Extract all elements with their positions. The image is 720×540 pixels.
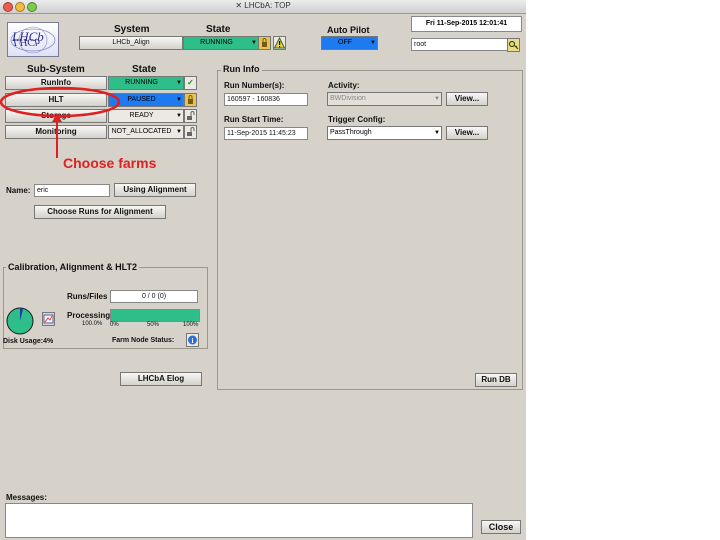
run-start-time-field[interactable]: 11-Sep-2015 11:45:23: [224, 127, 308, 140]
lhcba-top-window: ✕ LHCbA: TOP LHCb LHCb System State LHCb…: [0, 0, 526, 540]
activity-combo[interactable]: BWDivision ▼: [327, 92, 442, 106]
chevron-down-icon: ▼: [434, 130, 440, 136]
info-icon-graphic: i: [188, 335, 197, 345]
key-icon[interactable]: [507, 38, 520, 52]
chevron-down-icon: ▼: [176, 97, 182, 103]
trigger-config-label: Trigger Config:: [328, 115, 386, 124]
system-state-value: RUNNING: [200, 39, 233, 46]
activity-view-button[interactable]: View...: [446, 92, 488, 106]
key-icon-graphic: [508, 40, 519, 50]
run-numbers-label: Run Number(s):: [224, 81, 285, 90]
autopilot-label: Auto Pilot: [327, 25, 370, 35]
disk-usage-pie: [6, 307, 34, 335]
window-title: ✕ LHCbA: TOP: [0, 1, 526, 10]
checkmark-icon[interactable]: ✓: [184, 76, 197, 90]
progress-tick-50: 50%: [147, 322, 160, 328]
close-button[interactable]: Close: [481, 520, 521, 534]
system-state-combo[interactable]: RUNNING ▼: [183, 36, 259, 50]
disk-usage-label: Disk Usage:4%: [3, 338, 54, 345]
annotation-label: Choose farms: [63, 155, 157, 171]
name-field[interactable]: eric: [34, 184, 110, 197]
lock-icon[interactable]: [258, 36, 271, 50]
user-field[interactable]: root: [411, 38, 508, 51]
lock-icon-graphic: [262, 38, 267, 47]
app-icon: ✕: [235, 1, 243, 10]
trigger-config-value: PassThrough: [330, 129, 372, 136]
lock-icon[interactable]: [184, 93, 197, 107]
progress-tick-0: 0%: [110, 322, 119, 328]
svg-text:i: i: [192, 337, 194, 345]
chevron-down-icon: ▼: [370, 40, 376, 46]
chart-icon-graphic: [43, 314, 54, 324]
autopilot-value: OFF: [338, 39, 352, 46]
choose-runs-button[interactable]: Choose Runs for Alignment: [34, 205, 166, 219]
runs-files-label: Runs/Files: [67, 292, 108, 301]
progress-tick-100: 100%: [183, 322, 199, 328]
calibration-title: Calibration, Alignment & HLT2: [6, 262, 140, 272]
trigger-config-combo[interactable]: PassThrough ▼: [327, 126, 442, 140]
processing-progress-fill: [111, 310, 199, 321]
annotation-arrow-head: [52, 113, 62, 122]
substate-header: State: [132, 64, 157, 75]
farm-node-status-label: Farm Node Status:: [112, 337, 175, 344]
messages-area[interactable]: [5, 503, 473, 538]
unlock-icon[interactable]: [184, 125, 197, 139]
activity-value: BWDivision: [330, 95, 366, 102]
messages-label: Messages:: [6, 493, 47, 502]
chevron-down-icon: ▼: [176, 80, 182, 86]
processing-progress-bar: [110, 309, 200, 322]
window-titlebar: ✕ LHCbA: TOP: [0, 0, 526, 14]
lock-icon-graphic: [188, 95, 193, 104]
warning-icon-graphic: [273, 36, 286, 49]
annotation-ellipse: [0, 86, 121, 118]
datetime-display: Fri 11-Sep-2015 12:01:41: [411, 16, 522, 32]
unlock-icon[interactable]: [184, 109, 197, 123]
chevron-down-icon: ▼: [251, 40, 257, 46]
run-numbers-field[interactable]: 160597 - 160836: [224, 93, 308, 106]
runinfo-title: Run Info: [221, 64, 262, 74]
using-alignment-button[interactable]: Using Alignment: [114, 183, 196, 197]
activity-label: Activity:: [328, 81, 360, 90]
window-title-text: LHCbA: TOP: [244, 1, 291, 10]
lhcb-logo: LHCb LHCb: [7, 22, 59, 57]
info-icon[interactable]: i: [186, 333, 199, 347]
chart-icon[interactable]: [42, 312, 55, 326]
system-name-button[interactable]: LHCb_Align: [79, 36, 183, 50]
run-start-time-label: Run Start Time:: [224, 115, 284, 124]
processing-label: Processing: [67, 311, 111, 320]
lhcba-elog-button[interactable]: LHCbA Elog: [120, 372, 202, 386]
svg-text:LHCb: LHCb: [12, 36, 40, 48]
processing-percent: 100.0%: [82, 321, 103, 327]
lhcb-logo-graphic: LHCb LHCb: [10, 26, 56, 54]
system-header: System: [114, 24, 150, 35]
unlock-icon-graphic: [187, 111, 195, 120]
chevron-down-icon: ▼: [434, 96, 440, 102]
run-db-button[interactable]: Run DB: [475, 373, 517, 387]
state-header: State: [206, 24, 231, 35]
runs-files-value: 0 / 0 (0): [110, 290, 198, 303]
warning-icon[interactable]: [273, 36, 286, 50]
trigger-view-button[interactable]: View...: [446, 126, 488, 140]
subsystem-header: Sub-System: [27, 64, 85, 75]
name-label: Name:: [6, 186, 31, 195]
chevron-down-icon: ▼: [176, 113, 182, 119]
autopilot-combo[interactable]: OFF ▼: [321, 36, 378, 50]
unlock-icon-graphic: [187, 127, 195, 136]
chevron-down-icon: ▼: [176, 129, 182, 135]
